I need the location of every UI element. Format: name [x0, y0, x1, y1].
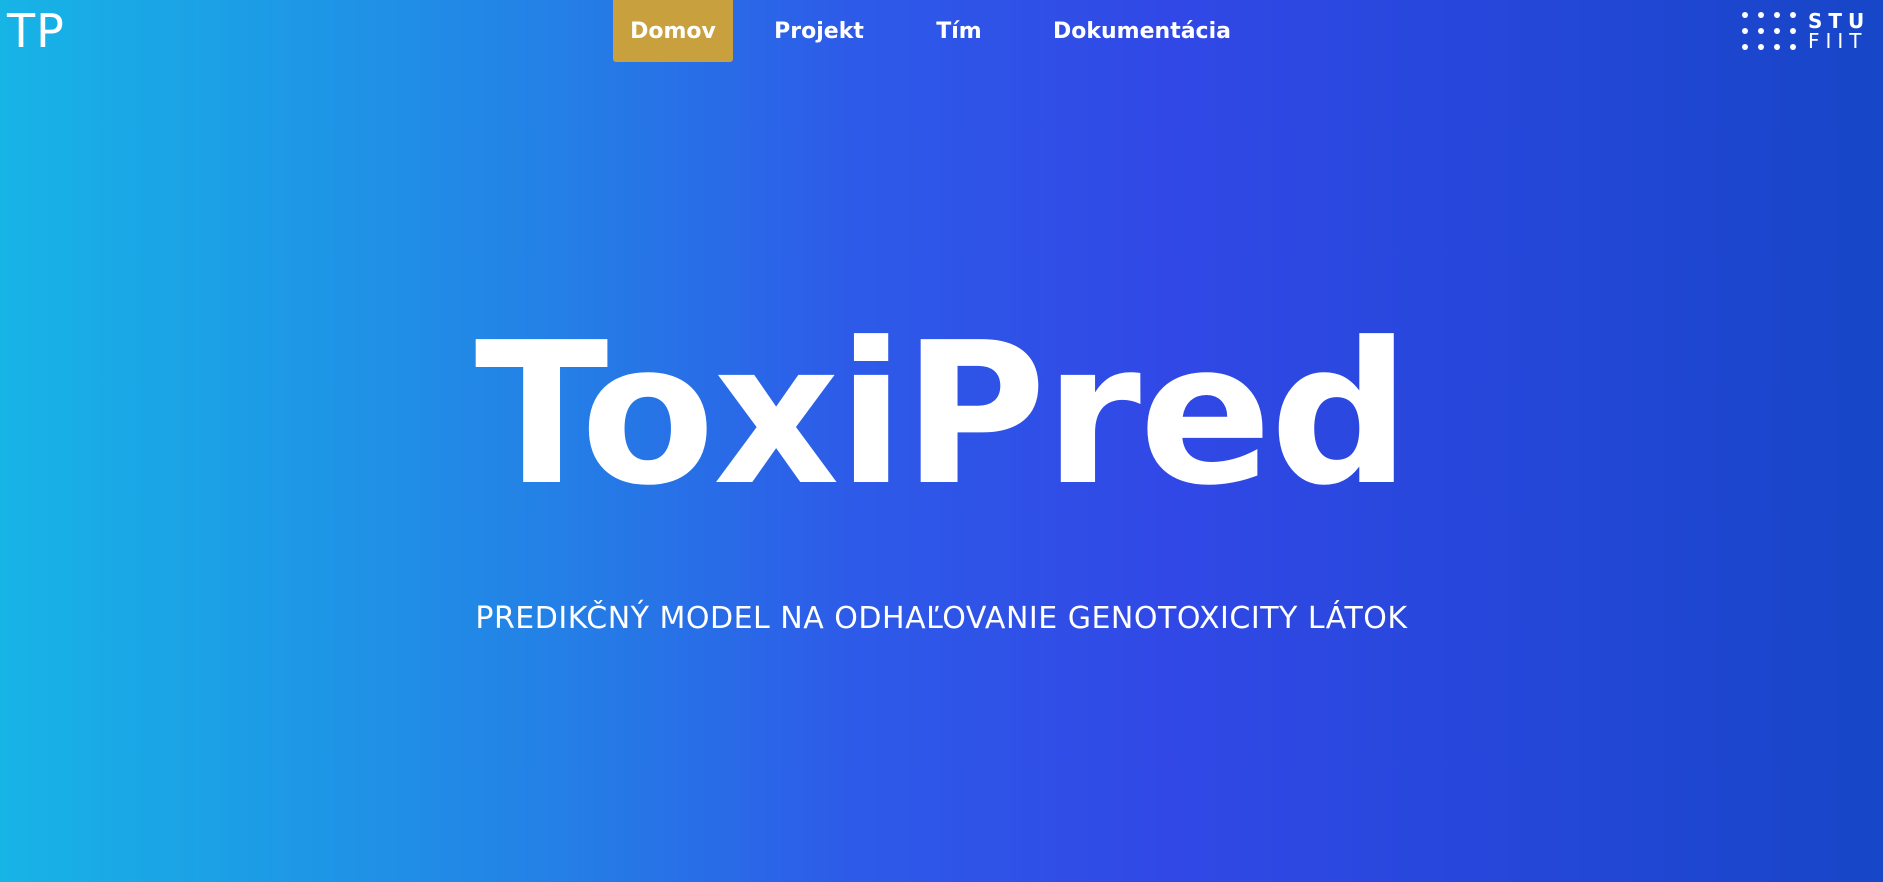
hero-title: ToxiPred: [474, 301, 1410, 529]
nav-item-home[interactable]: Domov: [613, 0, 733, 62]
stu-logo-line2: FIIT: [1808, 29, 1868, 53]
stu-dots-icon: [1742, 12, 1796, 50]
stu-logo-text: STU FIIT: [1808, 11, 1870, 51]
nav-item-documentation[interactable]: Dokumentácia: [1053, 0, 1231, 62]
nav-item-team[interactable]: Tím: [935, 0, 983, 62]
stu-fiit-logo[interactable]: STU FIIT: [1742, 10, 1866, 52]
hero-subtitle: PREDIKČNÝ MODEL NA ODHAĽOVANIE GENOTOXIC…: [475, 601, 1408, 636]
site-logo[interactable]: TP: [7, 6, 65, 56]
nav-item-project[interactable]: Projekt: [774, 0, 864, 62]
stu-logo-line1: STU: [1808, 9, 1871, 33]
main-nav: Domov Projekt Tím Dokumentácia: [613, 0, 1231, 62]
